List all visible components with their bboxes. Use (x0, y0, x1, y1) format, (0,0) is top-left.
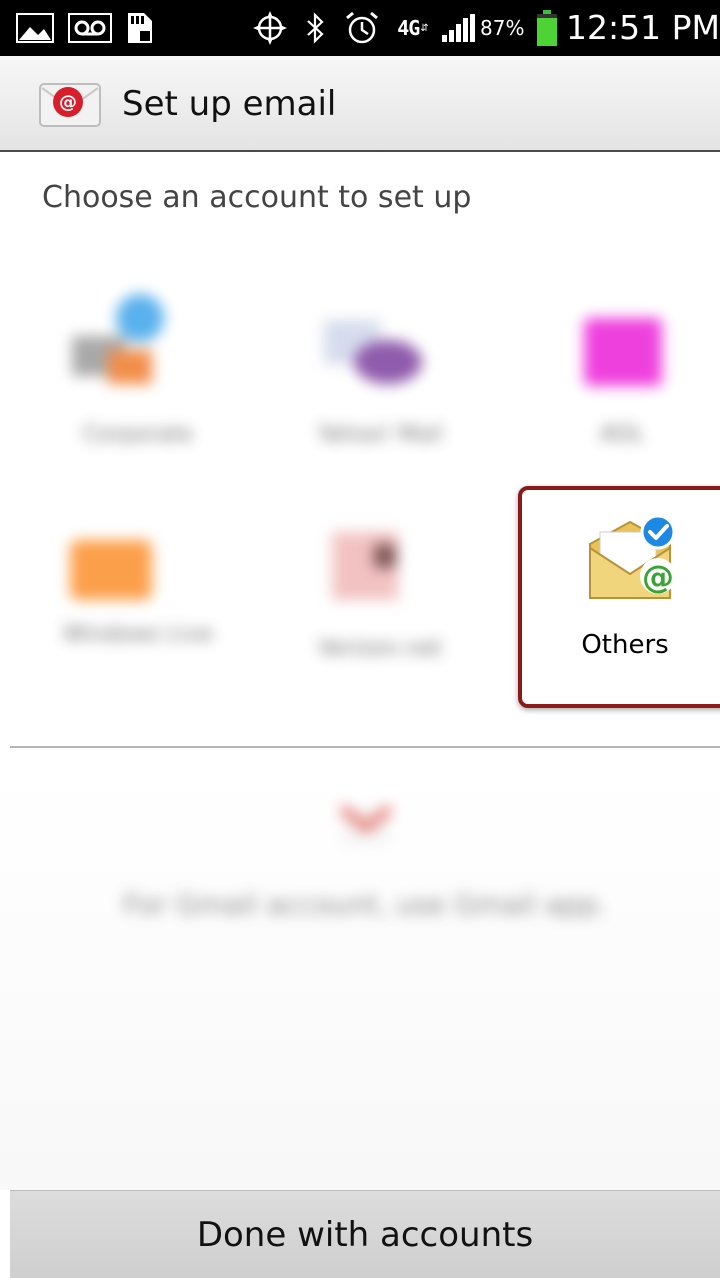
account-tile-aol[interactable]: AOL (522, 280, 720, 480)
others-email-icon: @ (589, 514, 676, 599)
email-setup-screen: 4G ⇵ 87% 12:51 PM @ Set up email Choose … (0, 0, 720, 1278)
account-label: Yahoo! Mail (317, 422, 443, 447)
account-tile-yahoo[interactable]: Yahoo! Mail (280, 280, 480, 480)
account-label-others: Others (581, 630, 669, 660)
windows-live-icon (70, 540, 152, 600)
location-icon (250, 0, 290, 56)
account-chooser: Choose an account to set up Corporate Ya… (0, 152, 720, 1190)
account-tile-corporate[interactable]: Corporate (38, 280, 238, 480)
section-divider (10, 746, 720, 748)
bluetooth-icon (302, 0, 330, 56)
account-label: AOL (599, 422, 645, 447)
account-label: Windows Live (62, 622, 214, 647)
battery-icon (534, 0, 560, 56)
gmail-icon (339, 804, 393, 844)
svg-text:@: @ (59, 92, 77, 113)
verizon-icon (332, 532, 398, 600)
network-type-label: 4G (397, 16, 420, 40)
account-label: Corporate (83, 422, 193, 447)
yahoo-mail-icon (324, 320, 422, 384)
gallery-icon (14, 0, 56, 56)
status-bar: 4G ⇵ 87% 12:51 PM (0, 0, 720, 56)
svg-text:@: @ (642, 558, 674, 596)
gmail-note: For Gmail account, use Gmail app. (80, 792, 650, 932)
account-tile-verizon[interactable]: Verizon.net (280, 514, 480, 714)
page-title: Set up email (122, 84, 337, 124)
account-label: Verizon.net (317, 636, 443, 661)
clock: 12:51 PM (566, 8, 720, 47)
alarm-icon (342, 0, 382, 56)
done-with-accounts-button[interactable]: Done with accounts (10, 1190, 720, 1278)
section-heading: Choose an account to set up (42, 180, 472, 215)
voicemail-icon (66, 0, 114, 56)
aol-icon (584, 318, 662, 386)
battery-percent: 87% (480, 16, 525, 40)
account-tile-windows-live[interactable]: Windows Live (38, 514, 238, 714)
action-bar: @ Set up email (0, 56, 720, 152)
signal-strength-icon (438, 0, 478, 56)
corporate-icon (72, 294, 164, 384)
sd-card-icon (124, 0, 158, 56)
email-app-icon: @ (38, 80, 102, 130)
4g-lte-icon: 4G ⇵ (397, 16, 429, 40)
gmail-note-text: For Gmail account, use Gmail app. (123, 888, 607, 921)
account-tile-others[interactable]: @ Others (518, 486, 720, 708)
